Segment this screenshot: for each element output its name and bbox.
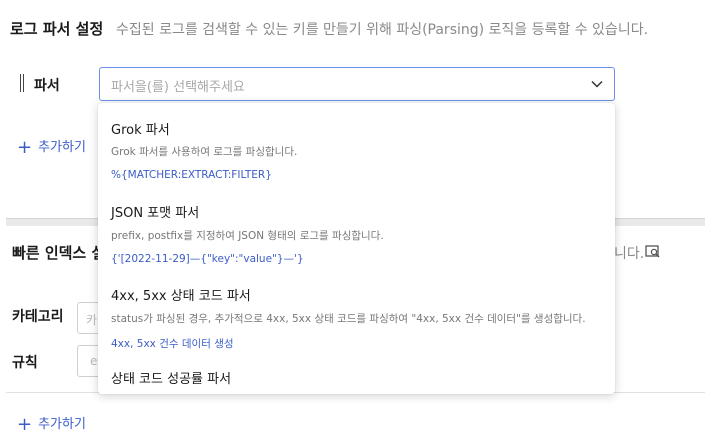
option-title: 상태 코드 성공률 파서 [111,372,232,387]
option-example: {'[2022-11-29]—{"key":"value"}—'} [111,253,304,265]
plus-icon: + [17,414,33,435]
add-rule-label: 추가하기 [38,417,86,432]
rule-label: 규칙 [12,355,38,371]
option-description: Grok 파서를 사용하여 로그를 파싱합니다. [111,146,298,158]
section-bar-icon [20,74,24,92]
plus-icon: + [17,137,33,158]
fast-index-description: 니다. [614,246,645,262]
dropdown-option-success-rate[interactable]: 상태 코드 성공률 파서 [98,354,615,394]
option-example: %{MATCHER:EXTRACT:FILTER} [111,169,272,181]
add-parser-label: 추가하기 [38,140,86,155]
add-parser-button[interactable]: + 추가하기 [17,136,86,158]
parser-select[interactable]: 파서을(를) 선택해주세요 [99,67,615,101]
dropdown-option-grok[interactable]: Grok 파서 Grok 파서를 사용하여 로그를 파싱합니다. %{MATCH… [98,103,615,186]
category-label: 카테고리 [12,309,64,325]
chevron-down-icon [591,80,603,88]
parser-dropdown-menu: Grok 파서 Grok 파서를 사용하여 로그를 파싱합니다. %{MATCH… [98,103,615,394]
parser-label: 파서 [34,78,60,94]
page-title: 로그 파서 설정 [10,20,104,38]
document-search-icon[interactable] [645,245,661,259]
parser-select-placeholder: 파서을(를) 선택해주세요 [111,80,245,95]
dropdown-option-status-code[interactable]: 4xx, 5xx 상태 코드 파서 status가 파싱된 경우, 추가적으로 … [98,270,615,354]
option-example: 4xx, 5xx 건수 데이터 생성 [111,338,234,350]
option-description: prefix, postfix를 지정하여 JSON 형태의 로그를 파싱합니다… [111,230,384,242]
dropdown-option-json[interactable]: JSON 포맷 파서 prefix, postfix를 지정하여 JSON 형태… [98,187,615,270]
fast-index-title: 빠른 인덱스 설 [12,244,106,262]
option-description: status가 파싱된 경우, 추가적으로 4xx, 5xx 상태 코드를 파싱… [111,313,586,325]
add-rule-button[interactable]: + 추가하기 [17,413,86,435]
option-title: 4xx, 5xx 상태 코드 파서 [111,289,251,304]
option-title: JSON 포맷 파서 [111,206,200,221]
page-description: 수집된 로그를 검색할 수 있는 키를 만들기 위해 파싱(Parsing) 로… [116,22,649,38]
option-title: Grok 파서 [111,123,170,138]
